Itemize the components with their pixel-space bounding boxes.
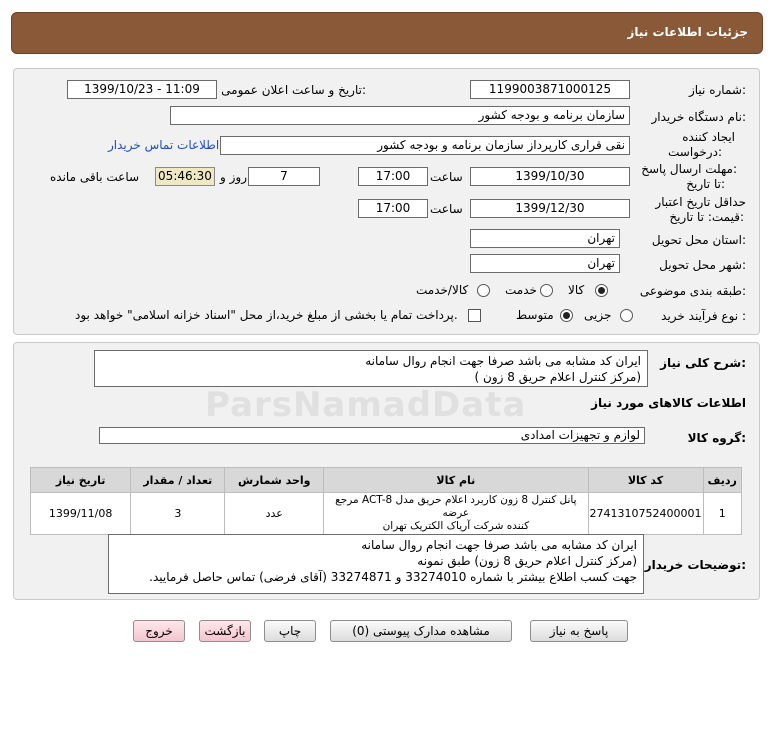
row-date: 1399/11/08 bbox=[29, 492, 132, 535]
province-label: استان محل تحویل: bbox=[651, 233, 746, 247]
items-table: ردیف کد کالا نام کالا واحد شمارش تعداد /… bbox=[29, 467, 743, 535]
buyer-notes-line-2: (مرکز کنترل اعلام حریق 8 زون) طبق نمونه bbox=[417, 554, 637, 568]
buyer-notes-box: ایران کد مشابه می باشد صرفا جهت انجام رو… bbox=[108, 534, 644, 594]
validity-time-field: 17:00 bbox=[358, 199, 428, 218]
goods-section-title: اطلاعات کالاهای مورد نیاز bbox=[591, 396, 746, 410]
summary-line-1: ایران کد مشابه می باشد صرفا جهت انجام رو… bbox=[365, 354, 641, 368]
back-button[interactable]: بازگشت bbox=[199, 620, 251, 642]
col-header-qty: تعداد / مقدار bbox=[130, 467, 226, 493]
treasury-checkbox[interactable] bbox=[468, 309, 481, 322]
category-radio-service[interactable] bbox=[540, 284, 553, 297]
row-index: 1 bbox=[702, 492, 743, 535]
deadline-date-field: 1399/10/30 bbox=[470, 167, 630, 186]
deadline-label-2: تا تاریخ: bbox=[686, 177, 725, 191]
province-field: تهران bbox=[470, 229, 620, 248]
category-radio-goods[interactable] bbox=[595, 284, 608, 297]
col-header-unit: واحد شمارش bbox=[224, 467, 325, 493]
reply-button[interactable]: پاسخ به نیاز bbox=[530, 620, 628, 642]
col-header-name: نام کالا bbox=[323, 467, 589, 493]
summary-line-2: (مرکز کنترل اعلام حریق 8 زون ) bbox=[474, 370, 641, 384]
watermark: ParsNamadData bbox=[205, 385, 527, 425]
city-label: شهر محل تحویل: bbox=[659, 258, 746, 272]
col-header-index: ردیف bbox=[702, 467, 743, 493]
exit-button[interactable]: خروج bbox=[133, 620, 185, 642]
validity-label-2: قیمت: تا تاریخ: bbox=[669, 210, 744, 224]
validity-label-1: حداقل تاریخ اعتبار bbox=[655, 195, 746, 209]
summary-label: شرح کلی نیاز: bbox=[660, 356, 746, 370]
purchase-radio-minor[interactable] bbox=[620, 309, 633, 322]
validity-date-field: 1399/12/30 bbox=[470, 199, 630, 218]
requester-label-1: ایجاد کننده bbox=[682, 130, 735, 144]
category-radio-goods-service[interactable] bbox=[477, 284, 490, 297]
category-option-service: خدمت bbox=[505, 283, 537, 297]
row-name: پانل کنترل 8 زون کاربرد اعلام حریق مدل A… bbox=[323, 492, 589, 535]
purchase-radio-medium[interactable] bbox=[560, 309, 573, 322]
header-bar: جزئیات اطلاعات نیاز bbox=[11, 12, 763, 54]
days-label: روز و bbox=[220, 170, 247, 184]
remaining-time: 05:46:30 bbox=[155, 167, 215, 186]
purchase-option-minor: جزیی bbox=[584, 308, 612, 322]
buyer-notes-label: توضیحات خریدار: bbox=[644, 558, 746, 572]
need-number-field: 1199003871000125 bbox=[470, 80, 630, 99]
attachments-button[interactable]: مشاهده مدارک پیوستی (0) bbox=[330, 620, 512, 642]
col-header-date: تاریخ نیاز bbox=[29, 467, 132, 493]
print-button[interactable]: چاپ bbox=[264, 620, 316, 642]
col-header-code: کد کالا bbox=[587, 467, 704, 493]
purchase-type-label: نوع فرآیند خرید : bbox=[661, 309, 746, 323]
validity-time-label: ساعت bbox=[430, 202, 463, 216]
summary-box: ایران کد مشابه می باشد صرفا جهت انجام رو… bbox=[94, 350, 648, 387]
buyer-notes-line-1: ایران کد مشابه می باشد صرفا جهت انجام رو… bbox=[361, 538, 637, 552]
row-name-line-2: کننده شرکت آریاک الکتریک تهران bbox=[382, 520, 530, 532]
remaining-label: ساعت باقی مانده bbox=[50, 170, 140, 184]
requester-field: نقی قراری کارپرداز سازمان برنامه و بودجه… bbox=[220, 136, 630, 155]
announce-field: 1399/10/23 - 11:09 bbox=[67, 80, 217, 99]
category-option-goods: کالا bbox=[568, 283, 585, 297]
deadline-time-label: ساعت bbox=[430, 170, 463, 184]
city-field: تهران bbox=[470, 254, 620, 273]
requester-label-2: درخواست: bbox=[668, 145, 722, 159]
buyer-org-field: سازمان برنامه و بودجه کشور bbox=[170, 106, 630, 125]
goods-group-field: لوازم و تجهیزات امدادی bbox=[99, 427, 645, 444]
table-row: 1 2741310752400001 پانل کنترل 8 زون کارب… bbox=[29, 492, 743, 535]
category-label: طبقه بندی موضوعی: bbox=[639, 284, 746, 298]
category-option-goods-service: کالا/خدمت bbox=[416, 283, 469, 297]
row-code: 2741310752400001 bbox=[587, 492, 704, 535]
deadline-time-field: 17:00 bbox=[358, 167, 428, 186]
purchase-option-medium: متوسط bbox=[516, 308, 554, 322]
page-title: جزئیات اطلاعات نیاز bbox=[627, 25, 748, 39]
announce-label: تاریخ و ساعت اعلان عمومی: bbox=[221, 83, 366, 97]
payment-note: پرداخت تمام یا بخشی از مبلغ خرید،از محل … bbox=[75, 308, 458, 322]
row-unit: عدد bbox=[224, 492, 325, 535]
buyer-org-label: نام دستگاه خریدار: bbox=[651, 110, 747, 124]
row-qty: 3 bbox=[130, 492, 226, 535]
buyer-notes-line-3: جهت کسب اطلاع بیشتر با شماره 33274010 و … bbox=[149, 570, 637, 584]
need-number-label: شماره نیاز: bbox=[688, 83, 746, 97]
days-field: 7 bbox=[248, 167, 320, 186]
goods-group-label: گروه کالا: bbox=[687, 431, 746, 445]
deadline-label-1: مهلت ارسال پاسخ: bbox=[641, 162, 737, 176]
row-name-line-1: پانل کنترل 8 زون کاربرد اعلام حریق مدل A… bbox=[335, 494, 577, 519]
contact-buyer-link[interactable]: اطلاعات تماس خریدار bbox=[108, 138, 219, 152]
